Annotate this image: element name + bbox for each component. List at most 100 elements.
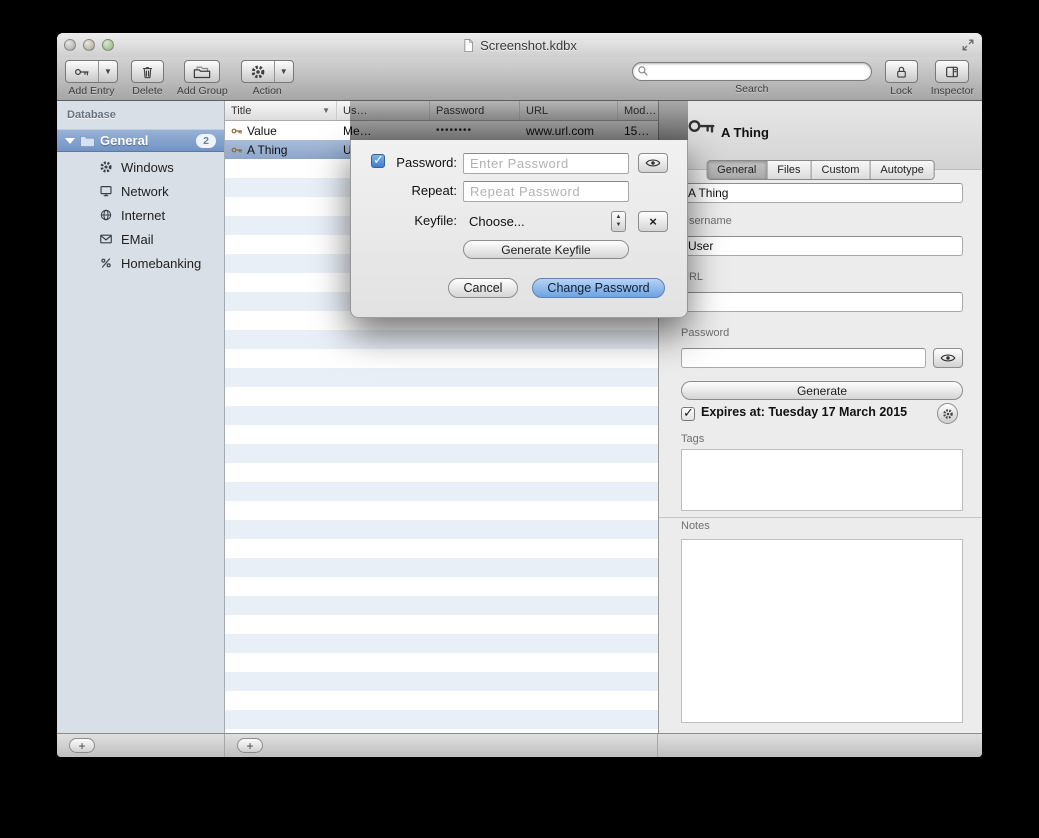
plus-icon: + [246, 740, 253, 752]
windows-icon [99, 160, 113, 174]
keyfile-stepper[interactable]: ▲▼ [611, 211, 626, 232]
expires-gear-button[interactable] [937, 403, 958, 424]
delete-button[interactable] [131, 60, 164, 83]
sidebar-item-windows[interactable]: Windows [57, 155, 224, 179]
inspector-toolbar-item: Inspector [931, 60, 974, 97]
sidebar-group-label: General [100, 133, 196, 148]
folder-icon [79, 134, 96, 148]
search-field [632, 62, 872, 81]
window-title: Screenshot.kdbx [57, 33, 982, 57]
generate-label: Generate [797, 384, 847, 398]
key-icon [66, 61, 98, 82]
sidebar-item-label: Network [121, 184, 169, 199]
dialog-repeat-label: Repeat: [371, 183, 457, 198]
network-icon [99, 184, 113, 198]
action-toolbar-item: ▼ Action [241, 60, 294, 97]
tab-label: Autotype [880, 164, 923, 176]
generate-keyfile-label: Generate Keyfile [501, 243, 590, 257]
group-count-badge: 2 [196, 134, 216, 148]
expires-checkbox[interactable] [681, 407, 695, 421]
column-title-label: Title [231, 105, 251, 117]
add-group-label: Add Group [177, 85, 228, 97]
action-button[interactable]: ▼ [241, 60, 294, 83]
fullscreen-icon[interactable] [961, 38, 975, 52]
sidebar-item-label: Internet [121, 208, 165, 223]
disclosure-triangle-icon[interactable] [65, 138, 75, 144]
inspector-button[interactable] [935, 60, 969, 83]
username-field[interactable] [681, 236, 963, 256]
add-entry-dropdown[interactable]: ▼ [98, 61, 117, 82]
sidebar-item-email[interactable]: EMail [57, 227, 224, 251]
sidebar-item-network[interactable]: Network [57, 179, 224, 203]
change-password-button[interactable]: Change Password [532, 278, 665, 298]
sheet-shadow [350, 101, 688, 140]
internet-icon [99, 208, 113, 222]
repeat-password-input[interactable] [463, 181, 629, 202]
clear-keyfile-button[interactable]: × [638, 211, 668, 232]
stepper-up-icon: ▲ [616, 214, 622, 222]
reveal-password-button[interactable] [933, 348, 963, 368]
add-entry-button[interactable]: ▼ [65, 60, 118, 83]
title-field[interactable] [681, 183, 963, 203]
keyfile-popup[interactable]: Choose... [469, 214, 525, 229]
search-toolbar-item: Search [632, 60, 872, 95]
lock-toolbar-item: Lock [885, 60, 918, 97]
entry-title: A Thing [247, 143, 287, 157]
sidebar-item-homebanking[interactable]: Homebanking [57, 251, 224, 275]
add-entry-bottom-button[interactable]: + [237, 738, 263, 753]
change-password-label: Change Password [547, 281, 649, 295]
reveal-password-button[interactable] [638, 153, 668, 173]
delete-label: Delete [132, 85, 162, 97]
lock-button[interactable] [885, 60, 918, 83]
tab-autotype[interactable]: Autotype [870, 161, 933, 179]
tags-field[interactable] [681, 449, 963, 511]
tab-label: Custom [822, 164, 860, 176]
cancel-label: Cancel [464, 281, 503, 295]
password-label: Password [681, 327, 729, 339]
bottom-bar-separator [657, 734, 658, 757]
sidebar-group-general[interactable]: General 2 [57, 129, 224, 152]
panel-icon [936, 61, 968, 82]
sidebar-item-internet[interactable]: Internet [57, 203, 224, 227]
new-password-input[interactable] [463, 153, 629, 174]
sort-indicator-icon: ▼ [322, 106, 330, 115]
generate-keyfile-button[interactable]: Generate Keyfile [463, 240, 629, 259]
notes-field[interactable] [681, 539, 963, 723]
toolbar: ▼ Add Entry Delete Add Group [57, 57, 982, 101]
key-icon [231, 125, 243, 137]
gear-icon [242, 61, 274, 82]
tab-files[interactable]: Files [767, 161, 811, 179]
username-label: Username [681, 215, 732, 227]
bottom-bar-separator [224, 734, 225, 757]
tab-custom[interactable]: Custom [812, 161, 871, 179]
chevron-down-icon: ▼ [104, 67, 112, 76]
url-field[interactable] [681, 292, 963, 312]
sidebar-item-label: Windows [121, 160, 174, 175]
cancel-button[interactable]: Cancel [448, 278, 518, 298]
window-title-text: Screenshot.kdbx [480, 38, 577, 53]
add-group-button[interactable] [184, 60, 220, 83]
titlebar[interactable]: Screenshot.kdbx [57, 33, 982, 57]
entry-title: Value [247, 124, 277, 138]
add-entry-label: Add Entry [68, 85, 114, 97]
add-group-bottom-button[interactable]: + [69, 738, 95, 753]
search-input[interactable] [632, 62, 872, 81]
delete-toolbar-item: Delete [131, 60, 164, 97]
tab-label: Files [777, 164, 800, 176]
add-entry-toolbar-item: ▼ Add Entry [65, 60, 118, 97]
padlock-icon [886, 61, 917, 82]
generate-password-button[interactable]: Generate [681, 381, 963, 400]
document-icon [462, 38, 475, 53]
sidebar: Database General 2 Windows Network [57, 101, 225, 733]
content-area: Database General 2 Windows Network [57, 101, 982, 733]
tab-general[interactable]: General [707, 161, 767, 179]
magnifier-icon [637, 65, 649, 77]
search-label: Search [735, 83, 768, 95]
action-dropdown[interactable]: ▼ [274, 61, 293, 82]
expires-label: Expires at: Tuesday 17 March 2015 [701, 405, 907, 419]
inspector-label: Inspector [931, 85, 974, 97]
password-field[interactable] [681, 348, 926, 368]
entry-title-cell: A Thing [225, 143, 337, 157]
column-header-title[interactable]: Title ▼ [225, 101, 337, 120]
sidebar-item-label: Homebanking [121, 256, 201, 271]
